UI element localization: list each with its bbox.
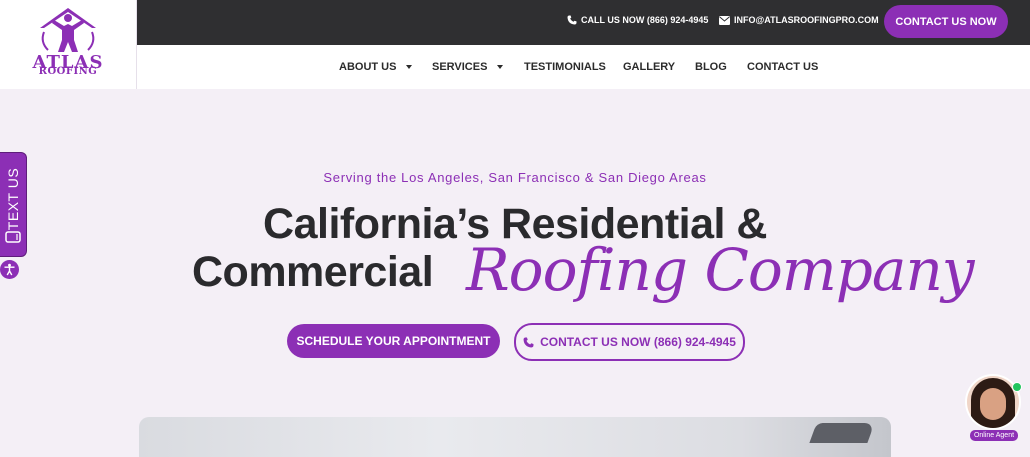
email-label: INFO@ATLASROOFINGPRO.COM bbox=[734, 15, 879, 25]
nav-item-contact-us[interactable]: CONTACT US bbox=[747, 61, 818, 73]
schedule-appointment-button[interactable]: SCHEDULE YOUR APPOINTMENT bbox=[287, 324, 500, 358]
nav-label: CONTACT US bbox=[747, 61, 819, 73]
nav-label: BLOG bbox=[695, 61, 727, 73]
contact-us-button[interactable]: CONTACT US NOW bbox=[884, 5, 1008, 38]
hero-image bbox=[139, 417, 891, 457]
chevron-down-icon bbox=[497, 65, 504, 69]
atlas-figure-icon bbox=[40, 8, 96, 52]
nav-label: SERVICES bbox=[432, 61, 488, 73]
nav-item-about-us[interactable]: ABOUT US bbox=[339, 61, 413, 73]
accessibility-button[interactable] bbox=[0, 260, 19, 279]
hero-script-text: Roofing Company bbox=[466, 236, 975, 304]
roof-image-detail bbox=[809, 423, 875, 443]
mobile-phone-icon bbox=[5, 231, 21, 243]
phone-icon bbox=[567, 15, 577, 25]
text-us-label: TEXT US bbox=[5, 167, 21, 231]
call-label: CALL US NOW (866) 924-4945 bbox=[581, 15, 709, 25]
accessibility-icon bbox=[4, 263, 15, 276]
chevron-down-icon bbox=[406, 65, 413, 69]
phone-icon bbox=[523, 337, 534, 347]
logo-text-bottom: ROOFING bbox=[38, 66, 98, 77]
call-now-label: CONTACT US NOW (866) 924-4945 bbox=[540, 335, 736, 349]
nav-label: GALLERY bbox=[623, 61, 676, 73]
call-now-button[interactable]: CONTACT US NOW (866) 924-4945 bbox=[514, 323, 745, 361]
online-agent-label[interactable]: Online Agent bbox=[970, 430, 1018, 441]
top-bar: CALL US NOW (866) 924-4945 INFO@ATLASROO… bbox=[137, 0, 1030, 45]
nav-item-blog[interactable]: BLOG bbox=[695, 61, 727, 73]
nav-item-gallery[interactable]: GALLERY bbox=[623, 61, 675, 73]
nav-label: ABOUT US bbox=[339, 61, 397, 73]
agent-face bbox=[980, 388, 1006, 420]
hero-subtitle: Serving the Los Angeles, San Francisco &… bbox=[323, 170, 707, 185]
call-link[interactable]: CALL US NOW (866) 924-4945 bbox=[567, 15, 708, 25]
nav-item-testimonials[interactable]: TESTIMONIALS bbox=[524, 61, 606, 73]
logo[interactable]: ATLAS ROOFING bbox=[0, 0, 137, 89]
main-nav: ABOUT US SERVICES TESTIMONIALS GALLERY B… bbox=[137, 45, 1030, 89]
text-us-tab[interactable]: TEXT US bbox=[0, 153, 26, 256]
online-status-dot bbox=[1012, 382, 1022, 392]
nav-label: TESTIMONIALS bbox=[524, 61, 606, 73]
email-link[interactable]: INFO@ATLASROOFINGPRO.COM bbox=[719, 15, 879, 25]
nav-item-services[interactable]: SERVICES bbox=[432, 61, 504, 73]
agent-avatar[interactable] bbox=[967, 376, 1019, 428]
envelope-icon bbox=[719, 15, 730, 25]
hero-heading-line2: Commercial bbox=[192, 248, 434, 296]
